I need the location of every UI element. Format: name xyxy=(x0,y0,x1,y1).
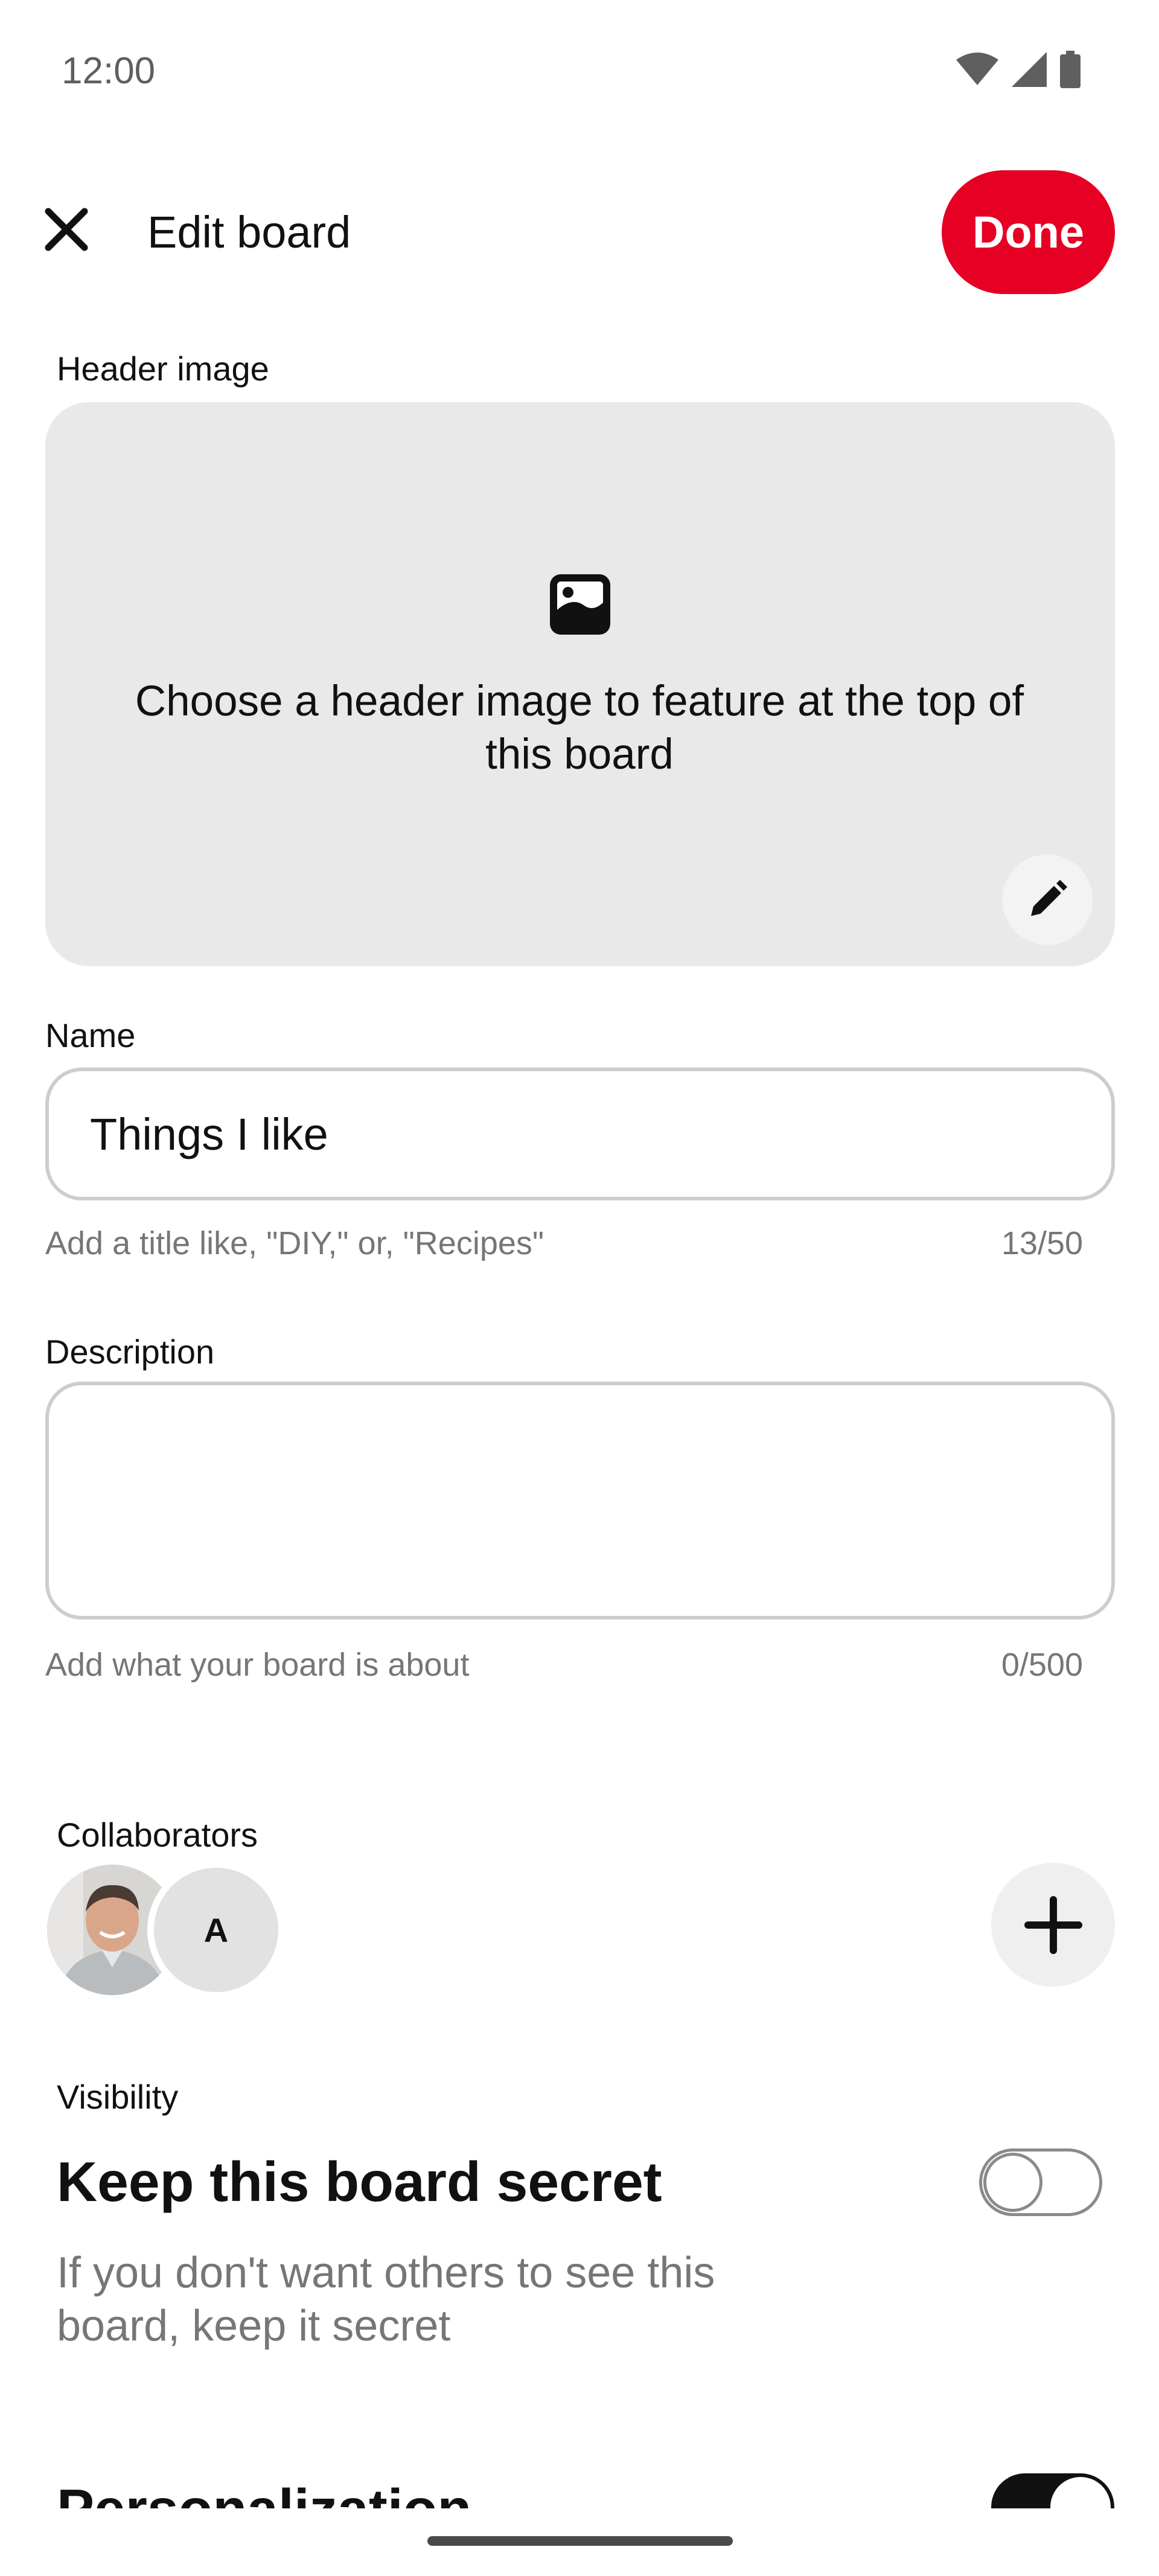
top-bar: Edit board Done xyxy=(0,163,1159,302)
close-icon xyxy=(45,208,88,251)
name-helper-text: Add a title like, "DIY," or, "Recipes" xyxy=(45,1225,544,1261)
pencil-icon xyxy=(1031,880,1067,916)
plus-icon xyxy=(1024,1895,1082,1954)
status-time: 12:00 xyxy=(62,50,156,92)
toggle-knob xyxy=(983,2153,1042,2212)
description-label: Description xyxy=(45,1333,215,1371)
header-image-label: Header image xyxy=(57,350,269,388)
image-icon xyxy=(550,574,610,635)
visibility-label: Visibility xyxy=(57,2078,179,2116)
header-image-prompt: Choose a header image to feature at the … xyxy=(135,678,1024,778)
add-collaborator-button[interactable] xyxy=(991,1863,1115,1987)
wifi-icon xyxy=(956,53,998,85)
personalization-toggle[interactable] xyxy=(991,2473,1114,2508)
name-character-counter: 13/50 xyxy=(1001,1225,1083,1261)
secret-board-heading: Keep this board secret xyxy=(57,2150,662,2213)
description-input[interactable] xyxy=(45,1382,1115,1620)
close-button[interactable] xyxy=(36,199,97,260)
collaborator-avatar-initial[interactable]: A xyxy=(147,1861,285,1999)
name-label: Name xyxy=(45,1016,136,1054)
status-bar: 12:00 xyxy=(0,0,1159,139)
cellular-signal-icon xyxy=(1012,52,1047,87)
page-title: Edit board xyxy=(147,207,351,257)
status-icons xyxy=(956,51,1081,88)
personalization-toggle-clip xyxy=(0,2452,1159,2508)
description-helper-text: Add what your board is about xyxy=(45,1647,470,1683)
name-input[interactable] xyxy=(45,1068,1115,1200)
edit-header-image-button[interactable] xyxy=(1002,854,1093,945)
avatar-initial: A xyxy=(154,1868,278,1992)
description-character-counter: 0/500 xyxy=(1001,1647,1083,1683)
collaborators-label: Collaborators xyxy=(57,1816,258,1854)
secret-board-toggle[interactable] xyxy=(979,2148,1102,2216)
secret-board-description: If you don't want others to see this boa… xyxy=(57,2249,715,2350)
battery-icon xyxy=(1060,51,1081,88)
toggle-knob xyxy=(1050,2477,1111,2508)
done-button[interactable]: Done xyxy=(942,170,1115,294)
gesture-navigation-handle[interactable] xyxy=(427,2536,733,2546)
